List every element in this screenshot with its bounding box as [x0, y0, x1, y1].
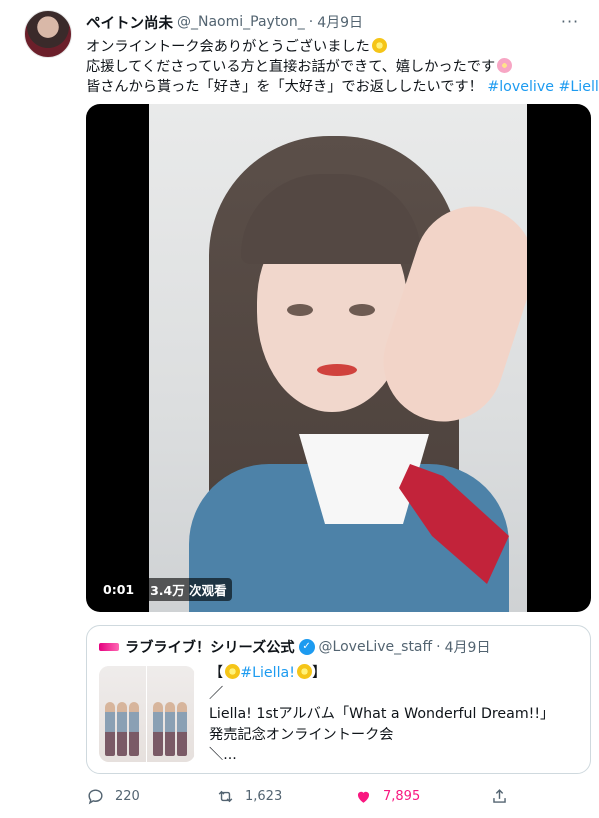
heart-icon [357, 791, 370, 803]
retweet-count: 1,623 [245, 789, 283, 804]
share-icon [493, 789, 506, 803]
video-view-count: 3.4万 次观看 [145, 578, 232, 601]
video-player[interactable]: 0:01 3.4万 次观看 [86, 104, 591, 612]
hashtag-link[interactable]: #lovelive [487, 79, 554, 95]
like-button[interactable]: 7,895 [354, 787, 420, 806]
quoted-text-line5: ＼... [209, 747, 237, 763]
quoted-tweet-header: ラブライブ！シリーズ公式 ✓ @LoveLive_staff · 4月9日 [99, 637, 490, 657]
verified-badge-icon: ✓ [298, 639, 315, 655]
hashtag-link[interactable]: #Liella [559, 79, 599, 95]
tweet-actions: 220 1,623 7,895 [86, 787, 516, 809]
retweet-icon [218, 790, 233, 803]
tweet-text: オンライントーク会ありがとうございました 応援してくださっている方と直接お話がで… [86, 37, 599, 97]
video-timestamp: 0:01 [98, 580, 140, 599]
video-info: 0:01 3.4万 次观看 [98, 578, 232, 601]
quoted-handle[interactable]: @LoveLive_staff [319, 639, 433, 655]
quoted-display-name[interactable]: ラブライブ！シリーズ公式 [125, 637, 295, 657]
like-count: 7,895 [383, 789, 421, 804]
quoted-text-line2: ／ [209, 685, 224, 702]
quoted-image[interactable] [99, 666, 195, 762]
sparkle-emoji-icon [296, 664, 312, 679]
retweet-button[interactable]: 1,623 [216, 787, 282, 806]
cherry-blossom-emoji-icon [497, 58, 513, 73]
separator-dot: · [308, 14, 314, 30]
avatar[interactable] [24, 10, 72, 58]
quoted-tweet[interactable]: ラブライブ！シリーズ公式 ✓ @LoveLive_staff · 4月9日 【#… [86, 625, 591, 774]
tweet-date[interactable]: 4月9日 [317, 12, 363, 32]
quoted-date[interactable]: 4月9日 [445, 637, 491, 657]
quoted-text-line4: 発売記念オンライントーク会 [209, 726, 394, 743]
tweet-text-line3: 皆さんから貰った「好き」を「大好き」でお返ししたいです！ [86, 79, 483, 95]
user-handle[interactable]: @_Naomi_Payton_ [177, 14, 305, 30]
tweet-text-line2: 応援してくださっている方と直接お話ができて、嬉しかったです [86, 59, 496, 75]
video-frame [149, 104, 527, 612]
hashtag-link[interactable]: #Liella! [240, 665, 295, 681]
quoted-text-line3: Liella! 1stアルバム「What a Wonderful Dream!!… [209, 706, 555, 722]
quoted-text: 【#Liella!】 ／ Liella! 1stアルバム「What a Wond… [209, 663, 579, 766]
sparkle-emoji-icon [371, 38, 387, 53]
sparkle-emoji-icon [225, 664, 241, 679]
tweet-header: ペイトン尚未 @_Naomi_Payton_ · 4月9日 [86, 12, 363, 32]
quoted-avatar[interactable] [99, 643, 119, 651]
share-button[interactable] [490, 787, 519, 806]
tweet[interactable]: ペイトン尚未 @_Naomi_Payton_ · 4月9日 ··· オンライント… [0, 0, 599, 818]
display-name[interactable]: ペイトン尚未 [86, 12, 173, 33]
separator-dot: · [436, 639, 441, 655]
reply-button[interactable]: 220 [86, 787, 140, 806]
reply-icon [88, 789, 103, 805]
more-options-icon[interactable]: ··· [559, 12, 581, 32]
tweet-text-line1: オンライントーク会ありがとうございました [86, 39, 370, 55]
reply-count: 220 [115, 789, 140, 804]
